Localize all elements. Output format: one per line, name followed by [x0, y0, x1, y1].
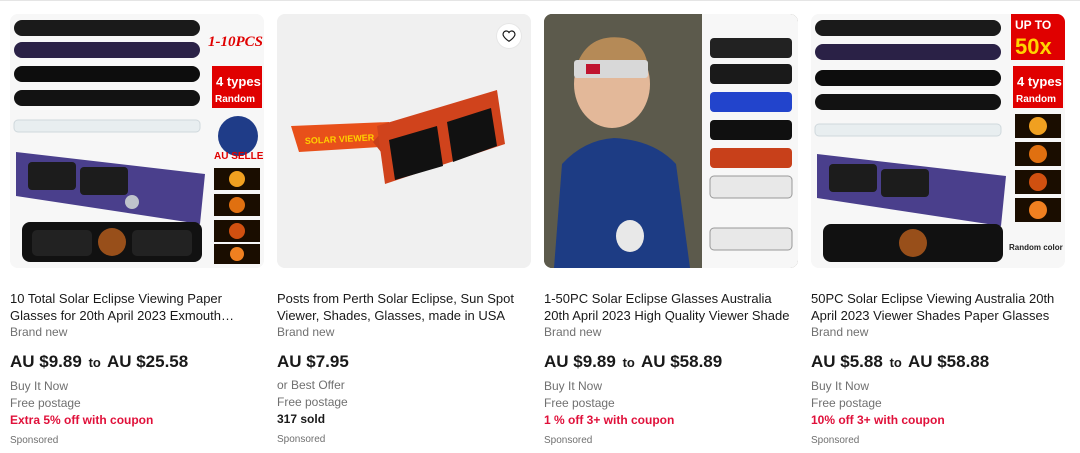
listing-image[interactable]: UP TO 50x 4 types Random Random color [811, 14, 1065, 268]
price-to: to [889, 355, 902, 370]
postage: Free postage [544, 396, 615, 410]
listing-image[interactable]: 1-10PCS 4 types Random AU SELLER [10, 14, 264, 268]
coupon-promo: 1 % off 3+ with coupon [544, 413, 675, 427]
price-to: to [622, 355, 635, 370]
listing-title[interactable]: 10 Total Solar Eclipse Viewing Paper Gla… [10, 290, 264, 324]
product-collage-image: UP TO 50x 4 types Random Random color [811, 14, 1065, 268]
price-high: AU $58.89 [640, 352, 723, 371]
listing-image[interactable] [544, 14, 798, 268]
listing-card[interactable]: 1-50PC Solar Eclipse Glasses Australia 2… [544, 14, 798, 448]
product-image: SOLAR VIEWER [277, 14, 531, 268]
price-low: AU $9.89 [544, 352, 616, 371]
types-label: 4 types [216, 74, 261, 89]
listing-image[interactable]: SOLAR VIEWER [277, 14, 531, 268]
best-offer: or Best Offer [277, 378, 345, 392]
postage: Free postage [10, 396, 81, 410]
listing-condition: Brand new [10, 325, 68, 339]
coupon-promo: 10% off 3+ with coupon [811, 413, 945, 427]
up-to-label: UP TO [1015, 18, 1051, 32]
random-label: Random [215, 94, 255, 105]
heart-icon [502, 30, 516, 42]
postage: Free postage [277, 395, 348, 409]
listing-card[interactable]: 1-10PCS 4 types Random AU SELLER 10 Tota… [10, 14, 264, 448]
listing-condition: Brand new [544, 325, 602, 339]
favorite-button[interactable] [497, 24, 521, 48]
listing-title[interactable]: 1-50PC Solar Eclipse Glasses Australia 2… [544, 290, 798, 324]
price-to: to [88, 355, 101, 370]
results-grid: 1-10PCS 4 types Random AU SELLER 10 Tota… [10, 14, 1065, 448]
listing-condition: Brand new [277, 325, 335, 339]
sponsored-label: Sponsored [811, 435, 860, 446]
postage: Free postage [811, 396, 882, 410]
top-divider [0, 0, 1080, 1]
price-value: AU $7.95 [277, 352, 349, 371]
listing-title[interactable]: Posts from Perth Solar Eclipse, Sun Spot… [277, 290, 531, 324]
buy-format: Buy It Now [10, 379, 69, 393]
random-color-label: Random color [1009, 243, 1063, 252]
random-label: Random [1016, 94, 1056, 105]
sponsored-label: Sponsored [10, 435, 59, 446]
listing-card[interactable]: UP TO 50x 4 types Random Random color 50… [811, 14, 1065, 448]
types-label: 4 types [1017, 74, 1062, 89]
listing-card[interactable]: SOLAR VIEWER Posts from Perth Solar Ecli… [277, 14, 531, 448]
quantity-label: 1-10PCS [208, 34, 263, 50]
sold-count: 317 sold [277, 412, 326, 426]
price-low: AU $9.89 [10, 352, 82, 371]
listing-condition: Brand new [811, 325, 869, 339]
sponsored-label: Sponsored [277, 434, 326, 445]
listing-price: AU $9.89 to AU $58.89 [544, 351, 798, 374]
seller-label: AU SELLER [214, 151, 264, 162]
buy-format: Buy It Now [544, 379, 603, 393]
listing-price: AU $5.88 to AU $58.88 [811, 351, 1065, 374]
coupon-promo: Extra 5% off with coupon [10, 413, 154, 427]
product-photo-image [544, 14, 798, 268]
listing-title[interactable]: 50PC Solar Eclipse Viewing Australia 20t… [811, 290, 1065, 324]
listing-price: AU $9.89 to AU $25.58 [10, 351, 264, 374]
price-high: AU $58.88 [907, 352, 990, 371]
sponsored-label: Sponsored [544, 435, 593, 446]
listing-price: AU $7.95 [277, 351, 531, 373]
price-low: AU $5.88 [811, 352, 883, 371]
product-collage-image: 1-10PCS 4 types Random AU SELLER [10, 14, 264, 268]
price-high: AU $25.58 [106, 352, 189, 371]
buy-format: Buy It Now [811, 379, 870, 393]
quantity-label: 50x [1015, 34, 1052, 59]
